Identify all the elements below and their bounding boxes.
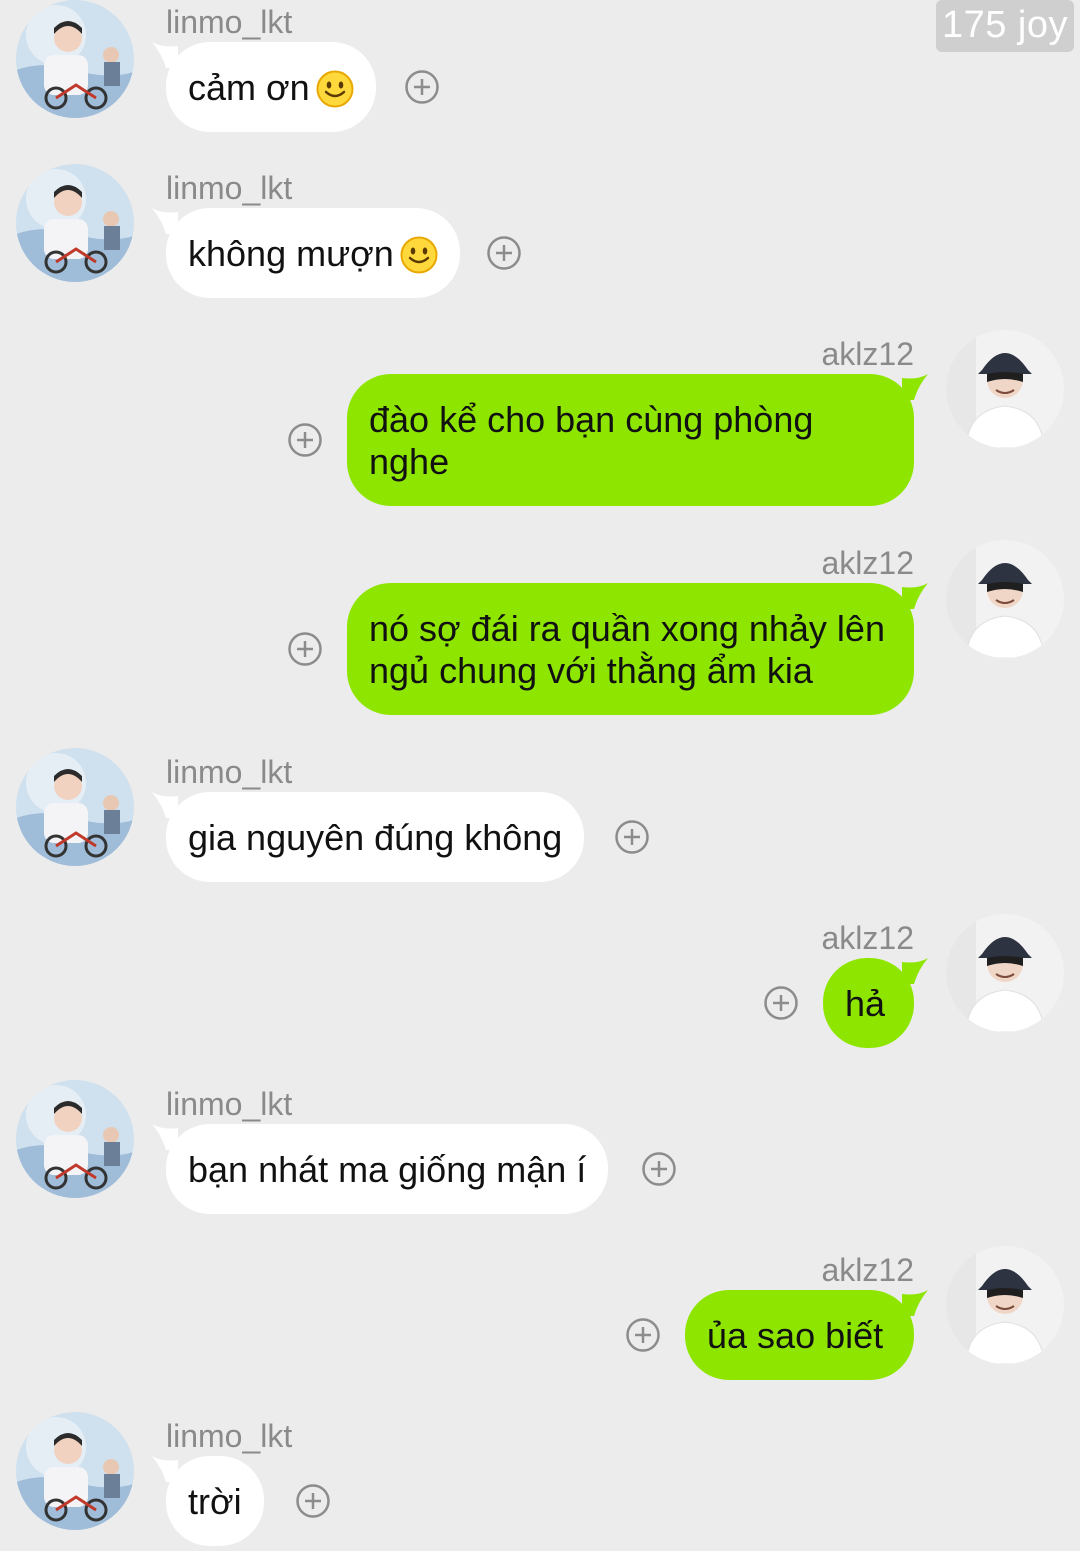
add-reaction-icon[interactable] xyxy=(295,1483,331,1519)
outgoing-message[interactable]: hả xyxy=(823,958,914,1048)
add-reaction-icon[interactable] xyxy=(287,422,323,458)
avatar-linmo[interactable] xyxy=(16,164,134,282)
incoming-message[interactable]: cảm ơn xyxy=(166,42,376,132)
avatar-aklz12[interactable] xyxy=(946,914,1064,1032)
message-text-line: đào kể cho bạn cùng phòng xyxy=(369,399,814,440)
smile-emoji-icon xyxy=(400,236,438,274)
message-text: gia nguyên đúng không xyxy=(188,817,563,858)
avatar-aklz12[interactable] xyxy=(946,540,1064,658)
sender-name: aklz12 xyxy=(821,545,915,581)
sender-name: linmo_lkt xyxy=(166,1418,293,1454)
avatar-aklz12[interactable] xyxy=(946,330,1064,448)
avatar-linmo[interactable] xyxy=(16,1412,134,1530)
avatar-linmo[interactable] xyxy=(16,0,134,118)
add-reaction-icon[interactable] xyxy=(486,235,522,271)
avatar-linmo[interactable] xyxy=(16,1080,134,1198)
message-text: không mượn xyxy=(188,233,394,274)
smile-emoji-icon xyxy=(316,70,354,108)
message-text: ủa sao biết xyxy=(707,1315,884,1356)
avatar-linmo[interactable] xyxy=(16,748,134,866)
message-text: hả xyxy=(845,983,886,1024)
message-text: cảm ơn xyxy=(188,67,310,108)
add-reaction-icon[interactable] xyxy=(625,1317,661,1353)
outgoing-message[interactable]: đào kể cho bạn cùng phòng nghe xyxy=(347,374,914,506)
add-reaction-icon[interactable] xyxy=(404,69,440,105)
sender-name: linmo_lkt xyxy=(166,1086,293,1122)
sender-name: aklz12 xyxy=(821,336,915,372)
sender-name: linmo_lkt xyxy=(166,4,293,40)
message-text: bạn nhát ma giống mận í xyxy=(188,1149,587,1190)
add-reaction-icon[interactable] xyxy=(287,631,323,667)
add-reaction-icon[interactable] xyxy=(763,985,799,1021)
message-text-line: ngủ chung với thằng ẩm kia xyxy=(369,650,813,691)
sender-name: aklz12 xyxy=(821,920,915,956)
avatar-aklz12[interactable] xyxy=(946,1246,1064,1364)
message-text-line: nó sợ đái ra quần xong nhảy lên xyxy=(369,608,885,649)
message-text-line: nghe xyxy=(369,441,450,482)
sender-name: aklz12 xyxy=(821,1252,915,1288)
outgoing-message[interactable]: ủa sao biết xyxy=(685,1290,914,1380)
incoming-message[interactable]: gia nguyên đúng không xyxy=(166,792,585,882)
message-text: trời xyxy=(188,1481,242,1522)
incoming-message[interactable]: không mượn xyxy=(166,208,460,298)
incoming-message[interactable]: bạn nhát ma giống mận í xyxy=(166,1124,609,1214)
sender-name: linmo_lkt xyxy=(166,170,293,206)
outgoing-message[interactable]: nó sợ đái ra quần xong nhảy lên ngủ chun… xyxy=(347,583,914,715)
add-reaction-icon[interactable] xyxy=(614,819,650,855)
incoming-message[interactable]: trời xyxy=(166,1456,264,1546)
sender-name: linmo_lkt xyxy=(166,754,293,790)
add-reaction-icon[interactable] xyxy=(641,1151,677,1187)
watermark-label: 175 joy xyxy=(935,0,1074,52)
